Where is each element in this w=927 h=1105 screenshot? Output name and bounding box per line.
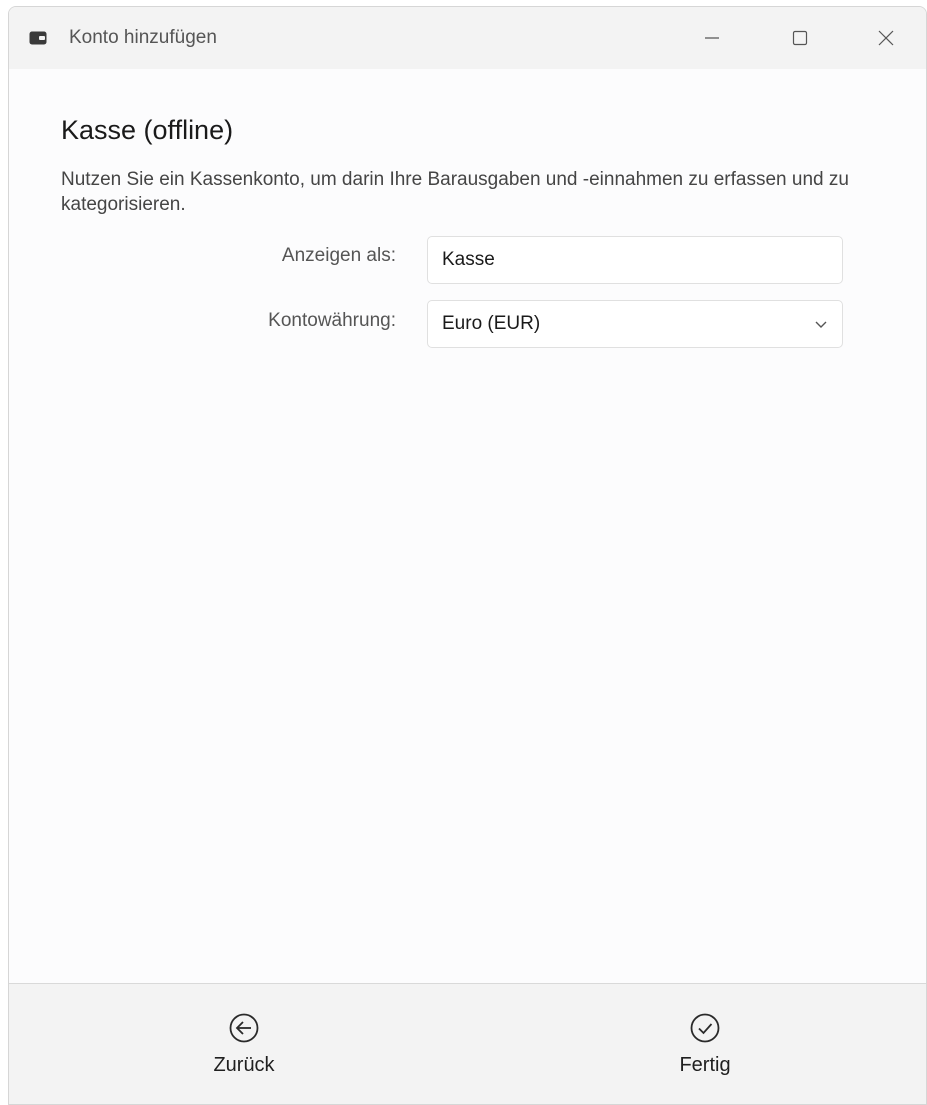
- currency-select[interactable]: Euro (EUR): [427, 300, 843, 348]
- page-description: Nutzen Sie ein Kassenkonto, um darin Ihr…: [61, 169, 849, 215]
- back-button[interactable]: Zurück: [184, 1012, 304, 1094]
- currency-label: Kontowährung:: [268, 310, 396, 331]
- dialog-window: Konto hinzufügen Kasse (offline) Nutzen …: [8, 6, 927, 1105]
- currency-value: Euro (EUR): [442, 313, 541, 334]
- back-button-label: Zurück: [213, 1054, 275, 1076]
- maximize-icon: [792, 30, 808, 46]
- chevron-down-icon: [815, 321, 827, 328]
- dialog-footer: Zurück Fertig: [9, 983, 926, 1104]
- minimize-button[interactable]: [677, 7, 747, 69]
- done-button-label: Fertig: [679, 1054, 731, 1076]
- close-icon: [878, 30, 894, 46]
- maximize-button[interactable]: [765, 7, 835, 69]
- done-button[interactable]: Fertig: [645, 1012, 765, 1094]
- arrow-left-circle-icon: [229, 1013, 259, 1043]
- title-bar[interactable]: Konto hinzufügen: [9, 7, 926, 69]
- dialog-content: Kasse (offline) Nutzen Sie ein Kassenkon…: [9, 69, 926, 983]
- check-circle-icon: [690, 1013, 720, 1043]
- wallet-icon: [29, 31, 47, 45]
- close-button[interactable]: [851, 7, 921, 69]
- minimize-icon: [705, 37, 719, 39]
- display-name-input[interactable]: [427, 236, 843, 284]
- page-title: Kasse (offline): [61, 115, 234, 145]
- display-name-label: Anzeigen als:: [281, 245, 396, 266]
- window-title: Konto hinzufügen: [69, 27, 217, 48]
